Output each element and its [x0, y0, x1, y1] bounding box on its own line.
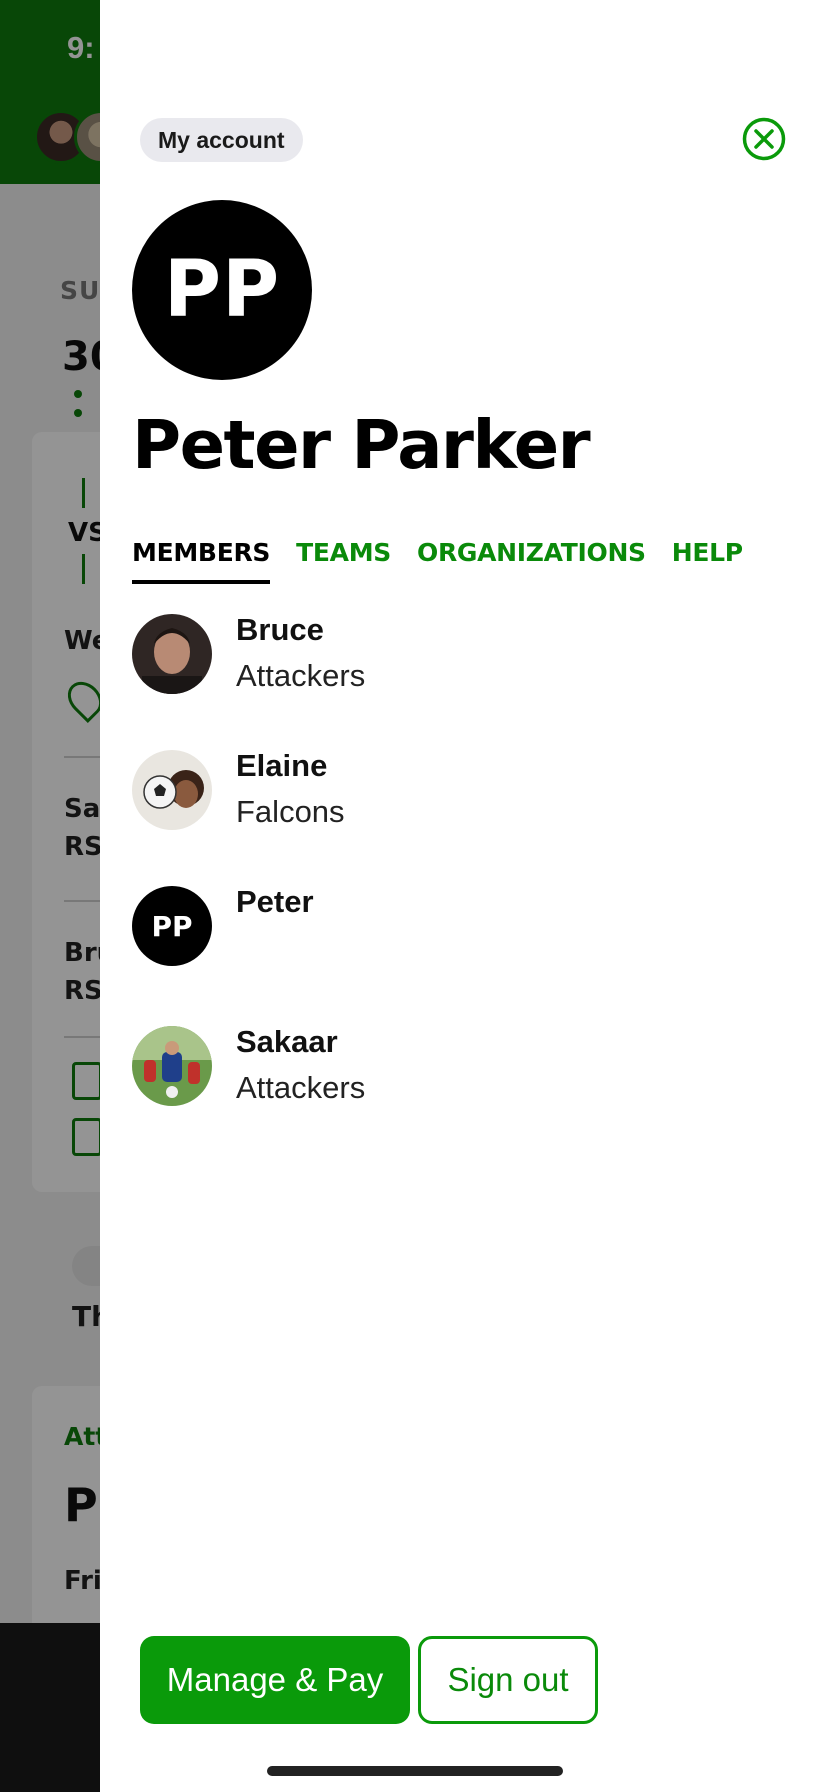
member-item-sakaar[interactable]: Sakaar Attackers	[132, 1024, 792, 1164]
member-item-bruce[interactable]: Bruce Attackers	[132, 612, 792, 748]
sign-out-button[interactable]: Sign out	[418, 1636, 598, 1724]
close-circle-icon	[742, 117, 786, 161]
profile-avatar: PP	[132, 200, 312, 380]
account-drawer: My account PP Peter Parker MEMBERS TEAMS…	[100, 0, 828, 1792]
member-team: Attackers	[236, 658, 366, 693]
member-avatar	[132, 1026, 212, 1106]
tab-members[interactable]: MEMBERS	[132, 530, 270, 584]
tab-help[interactable]: HELP	[672, 530, 743, 584]
profile-name: Peter Parker	[132, 406, 591, 484]
member-item-elaine[interactable]: Elaine Falcons	[132, 748, 792, 884]
member-name: Bruce	[236, 612, 324, 647]
member-team: Attackers	[236, 1070, 366, 1105]
member-name: Elaine	[236, 748, 328, 783]
member-item-peter[interactable]: PP Peter	[132, 884, 792, 1020]
tab-organizations[interactable]: ORGANIZATIONS	[417, 530, 646, 584]
tab-teams[interactable]: TEAMS	[296, 530, 391, 584]
member-name: Sakaar	[236, 1024, 338, 1059]
member-team: Falcons	[236, 794, 345, 829]
members-list: Bruce Attackers Elaine Falcons PP Peter	[132, 612, 792, 1160]
close-button[interactable]	[742, 117, 786, 161]
member-avatar	[132, 750, 212, 830]
manage-pay-button[interactable]: Manage & Pay	[140, 1636, 410, 1724]
account-tabs: MEMBERS TEAMS ORGANIZATIONS HELP	[132, 530, 769, 584]
member-name: Peter	[236, 884, 314, 919]
my-account-chip: My account	[140, 118, 303, 162]
home-indicator	[267, 1766, 563, 1776]
member-avatar: PP	[132, 886, 212, 966]
member-avatar	[132, 614, 212, 694]
